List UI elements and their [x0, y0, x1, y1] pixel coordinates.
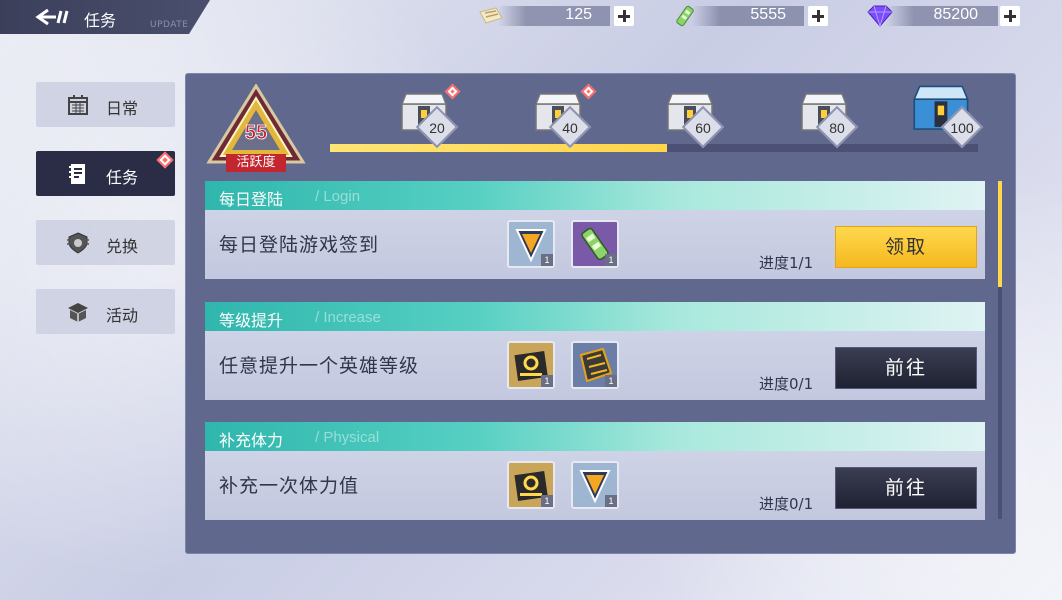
reward-item[interactable]: 1 — [507, 220, 555, 268]
top-bar: 任务 UPDATE 125 5555 85200 — [0, 0, 1062, 34]
resource-ticket: 125 — [476, 4, 634, 28]
task-description: 补充一次体力值 — [219, 475, 360, 497]
task-category: 等级提升 — [219, 311, 284, 330]
energy-battery-icon — [676, 5, 694, 27]
gift-box-icon — [68, 303, 88, 322]
task-card-login: 每日登陆 / Login 每日登陆游戏签到 1 1 进度1/1 领取 — [205, 181, 985, 279]
milestone-label: 100 — [950, 120, 974, 136]
shield-exchange-icon — [67, 232, 89, 254]
reward-item[interactable]: 1 — [571, 220, 619, 268]
reward-count: 1 — [605, 254, 617, 266]
sidebar-item-label: 任务 — [106, 168, 139, 187]
page-subtitle: UPDATE — [150, 20, 189, 30]
milestone-label: 20 — [429, 120, 445, 136]
sidebar-item-label: 日常 — [106, 99, 139, 118]
sidebar-item-exchange[interactable]: 兑换 — [36, 220, 175, 265]
reward-count: 1 — [541, 375, 553, 387]
diamond-icon — [867, 5, 893, 27]
activity-progress-fill — [330, 144, 667, 152]
page-title: 任务 — [84, 11, 117, 30]
add-energy-button[interactable] — [808, 6, 828, 26]
activity-label: 活跃度 — [226, 154, 286, 172]
energy-count: 5555 — [750, 6, 786, 23]
reward-item[interactable]: 1 — [507, 341, 555, 389]
go-button[interactable]: 前往 — [835, 347, 977, 389]
task-description: 任意提升一个英雄等级 — [219, 355, 420, 377]
reward-count: 1 — [541, 254, 553, 266]
sidebar-item-daily[interactable]: 日常 — [36, 82, 175, 127]
reward-count: 1 — [605, 495, 617, 507]
task-category: 每日登陆 — [219, 190, 284, 209]
milestone-label: 40 — [562, 120, 578, 136]
task-category-en: / Increase — [315, 309, 381, 326]
ticket-count: 125 — [565, 6, 592, 23]
milestone-label: 80 — [829, 120, 845, 136]
reward-count: 1 — [605, 375, 617, 387]
ticket-icon — [479, 7, 503, 24]
reward-item[interactable]: 1 — [507, 461, 555, 509]
reward-count: 1 — [541, 495, 553, 507]
task-category-en: / Physical — [315, 429, 380, 446]
diamond-count: 85200 — [933, 6, 979, 23]
task-category-en: / Login — [315, 188, 361, 205]
sidebar-item-label: 兑换 — [106, 237, 139, 256]
sidebar-item-events[interactable]: 活动 — [36, 289, 175, 334]
task-card-level-up: 等级提升 / Increase 任意提升一个英雄等级 1 1 进度0/1 前往 — [205, 302, 985, 400]
sidebar-item-label: 活动 — [106, 306, 139, 325]
task-progress: 进度0/1 — [759, 375, 814, 393]
task-progress: 进度1/1 — [759, 254, 814, 272]
activity-value: 55 — [245, 122, 267, 144]
milestone-label: 60 — [695, 120, 711, 136]
task-progress: 进度0/1 — [759, 495, 814, 513]
sidebar-item-tasks[interactable]: 任务 — [36, 151, 175, 196]
task-card-icon — [69, 164, 85, 184]
claim-button[interactable]: 领取 — [835, 226, 977, 268]
go-button[interactable]: 前往 — [835, 467, 977, 509]
add-ticket-button[interactable] — [614, 6, 634, 26]
resource-energy: 5555 — [670, 4, 828, 28]
add-diamond-button[interactable] — [1000, 6, 1020, 26]
reward-item[interactable]: 1 — [571, 461, 619, 509]
reward-item[interactable]: 1 — [571, 341, 619, 389]
resource-diamond: 85200 — [864, 4, 1020, 28]
task-description: 每日登陆游戏签到 — [219, 234, 380, 256]
notification-badge — [156, 151, 174, 169]
task-card-stamina: 补充体力 / Physical 补充一次体力值 1 1 进度0/1 前往 — [205, 422, 985, 520]
back-arrow-icon[interactable] — [34, 7, 74, 27]
task-category: 补充体力 — [219, 431, 284, 450]
calendar-icon — [68, 95, 88, 115]
scrollbar-thumb[interactable] — [998, 181, 1002, 287]
